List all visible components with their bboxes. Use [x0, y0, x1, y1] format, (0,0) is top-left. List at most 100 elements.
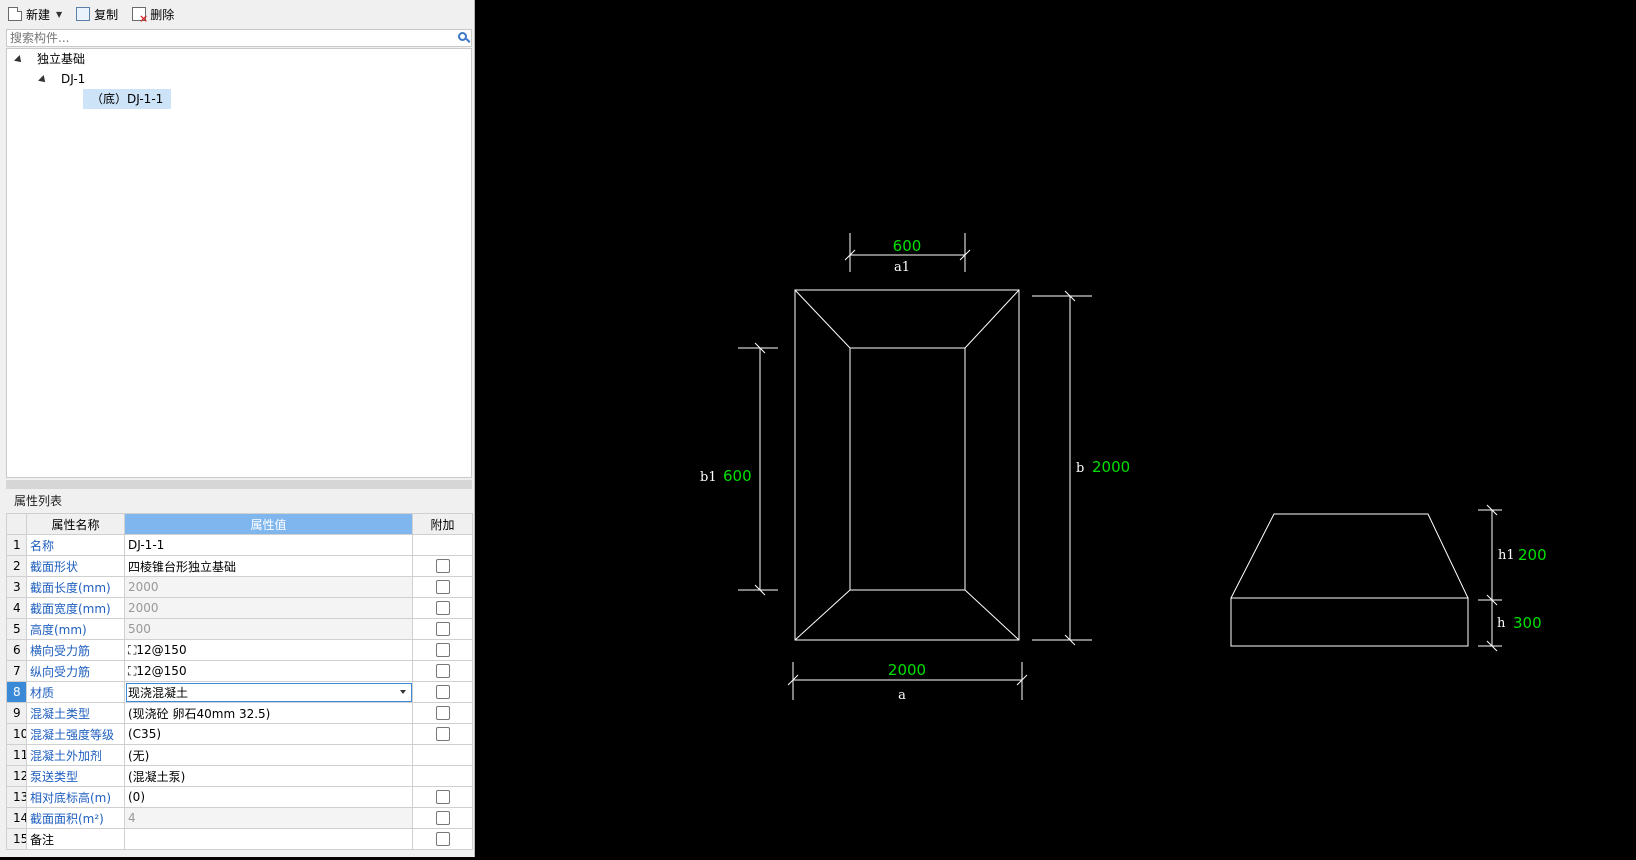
extra-checkbox[interactable] [435, 790, 450, 805]
toolbar: 新建 ▼ 复制 删除 [0, 0, 474, 28]
property-value: 2000 [124, 576, 413, 598]
property-value[interactable]: DJ-1-1 [124, 534, 413, 556]
table-row[interactable]: 13 相对底标高(m) (0) [6, 786, 473, 808]
table-row[interactable]: 7 纵向受力筋 ⛶12@150 [6, 660, 473, 682]
chevron-down-icon[interactable] [400, 690, 406, 694]
new-file-icon [8, 7, 22, 21]
row-number: 1 [6, 534, 27, 556]
dim-h-value: 300 [1513, 614, 1542, 632]
property-name: 混凝土类型 [26, 702, 125, 724]
property-name: 材质 [26, 681, 125, 703]
property-value[interactable]: ⛶12@150 [124, 639, 413, 661]
table-row[interactable]: 12 泵送类型 (混凝土泵) [6, 765, 473, 787]
row-number: 13 [6, 786, 27, 808]
dim-b1-label: b1 [700, 470, 717, 485]
copy-button-label: 复制 [94, 7, 119, 22]
property-value[interactable]: (C35) [124, 723, 413, 745]
expand-arrow-icon[interactable] [38, 74, 48, 85]
material-select[interactable]: 现浇混凝土 [124, 681, 413, 703]
table-row[interactable]: 11 混凝土外加剂 (无) [6, 744, 473, 766]
property-name: 名称 [26, 534, 125, 556]
header-extra[interactable]: 附加 [412, 513, 473, 535]
extra-checkbox[interactable] [435, 727, 450, 742]
row-number: 10 [6, 723, 27, 745]
cad-drawing-canvas[interactable]: 600 a1 b1 600 b 2000 2000 a h1 200 h 300 [476, 0, 1636, 857]
row-number: 11 [6, 744, 27, 766]
table-row[interactable]: 5 高度(mm) 500 [6, 618, 473, 640]
extra-cell [412, 744, 473, 766]
property-value: 2000 [124, 597, 413, 619]
corner-line [794, 289, 851, 349]
table-row[interactable]: 4 截面宽度(mm) 2000 [6, 597, 473, 619]
extra-checkbox[interactable] [435, 811, 450, 826]
row-number: 6 [6, 639, 27, 661]
dim-a1-value: 600 [893, 237, 922, 255]
extra-cell [412, 618, 473, 640]
inner-rect [849, 347, 966, 591]
property-value: 4 [124, 807, 413, 829]
extra-checkbox[interactable] [435, 622, 450, 637]
property-name: 混凝土强度等级 [26, 723, 125, 745]
table-row[interactable]: 3 截面长度(mm) 2000 [6, 576, 473, 598]
table-row[interactable]: 2 截面形状 四棱锥台形独立基础 [6, 555, 473, 577]
chevron-down-icon[interactable]: ▼ [56, 10, 62, 19]
extra-cell [412, 702, 473, 724]
extra-cell [412, 786, 473, 808]
property-value[interactable]: 四棱锥台形独立基础 [124, 555, 413, 577]
dim-h-label: h [1497, 616, 1506, 631]
panel-splitter[interactable] [6, 480, 472, 489]
extra-checkbox[interactable] [435, 706, 450, 721]
property-value[interactable] [124, 828, 413, 850]
table-row[interactable]: 1 名称 DJ-1-1 [6, 534, 473, 556]
table-row[interactable]: 6 横向受力筋 ⛶12@150 [6, 639, 473, 661]
header-property-value[interactable]: 属性值 [124, 513, 413, 535]
tree-node-leaf[interactable]: （底）DJ-1-1 [83, 89, 172, 109]
property-value[interactable]: (现浇砼 卵石40mm 32.5) [124, 702, 413, 724]
row-number: 3 [6, 576, 27, 598]
extra-cell [412, 828, 473, 850]
extra-cell [412, 765, 473, 787]
row-number: 14 [6, 807, 27, 829]
dim-a1-label: a1 [894, 260, 910, 275]
extra-checkbox[interactable] [435, 559, 450, 574]
dim-a-label: a [898, 688, 906, 703]
property-value[interactable]: (无) [124, 744, 413, 766]
extra-checkbox[interactable] [435, 832, 450, 847]
table-row[interactable]: 14 截面面积(m²) 4 [6, 807, 473, 829]
copy-button[interactable]: 复制 [76, 3, 118, 25]
table-row[interactable]: 10 混凝土强度等级 (C35) [6, 723, 473, 745]
tree-node-root[interactable]: 独立基础 [14, 49, 85, 69]
row-number: 4 [6, 597, 27, 619]
row-number: 9 [6, 702, 27, 724]
table-row[interactable]: 9 混凝土类型 (现浇砼 卵石40mm 32.5) [6, 702, 473, 724]
expand-arrow-icon[interactable] [14, 54, 24, 65]
property-value[interactable]: ⛶12@150 [124, 660, 413, 682]
extra-cell [412, 639, 473, 661]
table-row[interactable]: 15 备注 [6, 828, 473, 850]
row-number: 5 [6, 618, 27, 640]
extra-checkbox[interactable] [435, 643, 450, 658]
extra-cell [412, 723, 473, 745]
property-value[interactable]: (0) [124, 786, 413, 808]
outer-rect [794, 289, 1020, 641]
tree-node-child[interactable]: DJ-1 [38, 69, 85, 89]
property-name: 横向受力筋 [26, 639, 125, 661]
property-name: 混凝土外加剂 [26, 744, 125, 766]
new-button[interactable]: 新建 ▼ [8, 3, 62, 25]
search-input[interactable] [7, 30, 450, 46]
property-name: 截面面积(m²) [26, 807, 125, 829]
property-value[interactable]: (混凝土泵) [124, 765, 413, 787]
extra-checkbox[interactable] [435, 601, 450, 616]
extra-checkbox[interactable] [435, 664, 450, 679]
header-property-name[interactable]: 属性名称 [26, 513, 125, 535]
corner-line [964, 589, 1020, 641]
extra-checkbox[interactable] [435, 580, 450, 595]
property-name: 泵送类型 [26, 765, 125, 787]
delete-button[interactable]: 删除 [132, 3, 174, 25]
extra-cell [412, 555, 473, 577]
property-value: 500 [124, 618, 413, 640]
left-panel: 新建 ▼ 复制 删除 独立基础 DJ-1 （底）DJ-1-1 属性列表 [0, 0, 475, 857]
search-icon[interactable] [458, 32, 467, 41]
table-row[interactable]: 8 材质 现浇混凝土 [6, 681, 473, 703]
extra-checkbox[interactable] [435, 685, 450, 700]
